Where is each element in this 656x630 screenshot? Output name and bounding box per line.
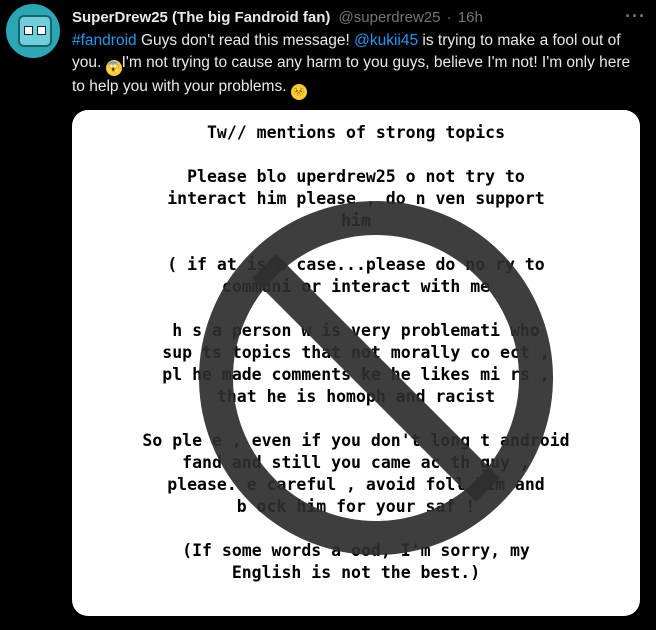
- confounded-emoji-icon: 😣: [290, 84, 307, 100]
- timestamp[interactable]: 16h: [458, 9, 483, 26]
- mention-link[interactable]: @kukii45: [354, 32, 418, 49]
- robot-eye-icon: [37, 26, 46, 35]
- separator-dot: ·: [446, 9, 452, 26]
- tweet-media-image[interactable]: Tw// mentions of strong topics Please bl…: [72, 110, 640, 616]
- media-text-line: Tw// mentions of strong topics: [206, 123, 505, 142]
- tweet-text: #fandroid Guys don't read this message! …: [72, 30, 646, 100]
- robot-face-icon: [18, 15, 52, 47]
- scream-emoji-icon: 😱: [105, 60, 122, 76]
- hashtag-link[interactable]: #fandroid: [72, 32, 137, 49]
- tweet-text-part: I'm not trying to cause any harm to you …: [72, 54, 631, 95]
- user-handle[interactable]: @superdrew25: [339, 9, 441, 26]
- robot-eye-icon: [24, 26, 33, 35]
- prohibition-sign-icon: [199, 201, 553, 555]
- avatar[interactable]: [6, 4, 60, 58]
- display-name[interactable]: SuperDrew25 (The big Fandroid fan): [72, 9, 330, 26]
- tweet-header: SuperDrew25 (The big Fandroid fan) @supe…: [72, 8, 646, 28]
- tweet-text-part: Guys don't read this message!: [136, 32, 355, 49]
- more-options-icon[interactable]: ···: [625, 6, 646, 27]
